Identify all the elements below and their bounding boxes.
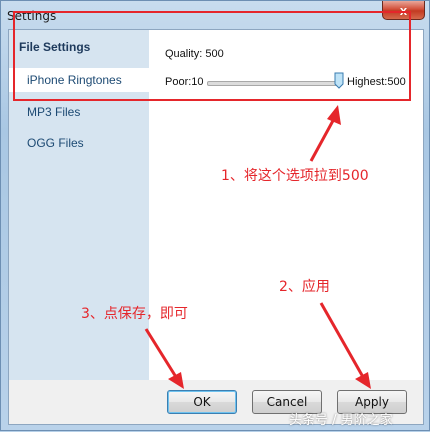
arrow-to-apply — [319, 302, 371, 389]
settings-window: Settings x File Settings iPhone Ringtone… — [0, 0, 430, 431]
watermark: 头条号 / 男阶之家 — [289, 413, 393, 428]
arrow-to-ok — [144, 328, 184, 389]
arrow-to-slider — [309, 105, 341, 162]
annotation-arrows — [144, 105, 371, 389]
